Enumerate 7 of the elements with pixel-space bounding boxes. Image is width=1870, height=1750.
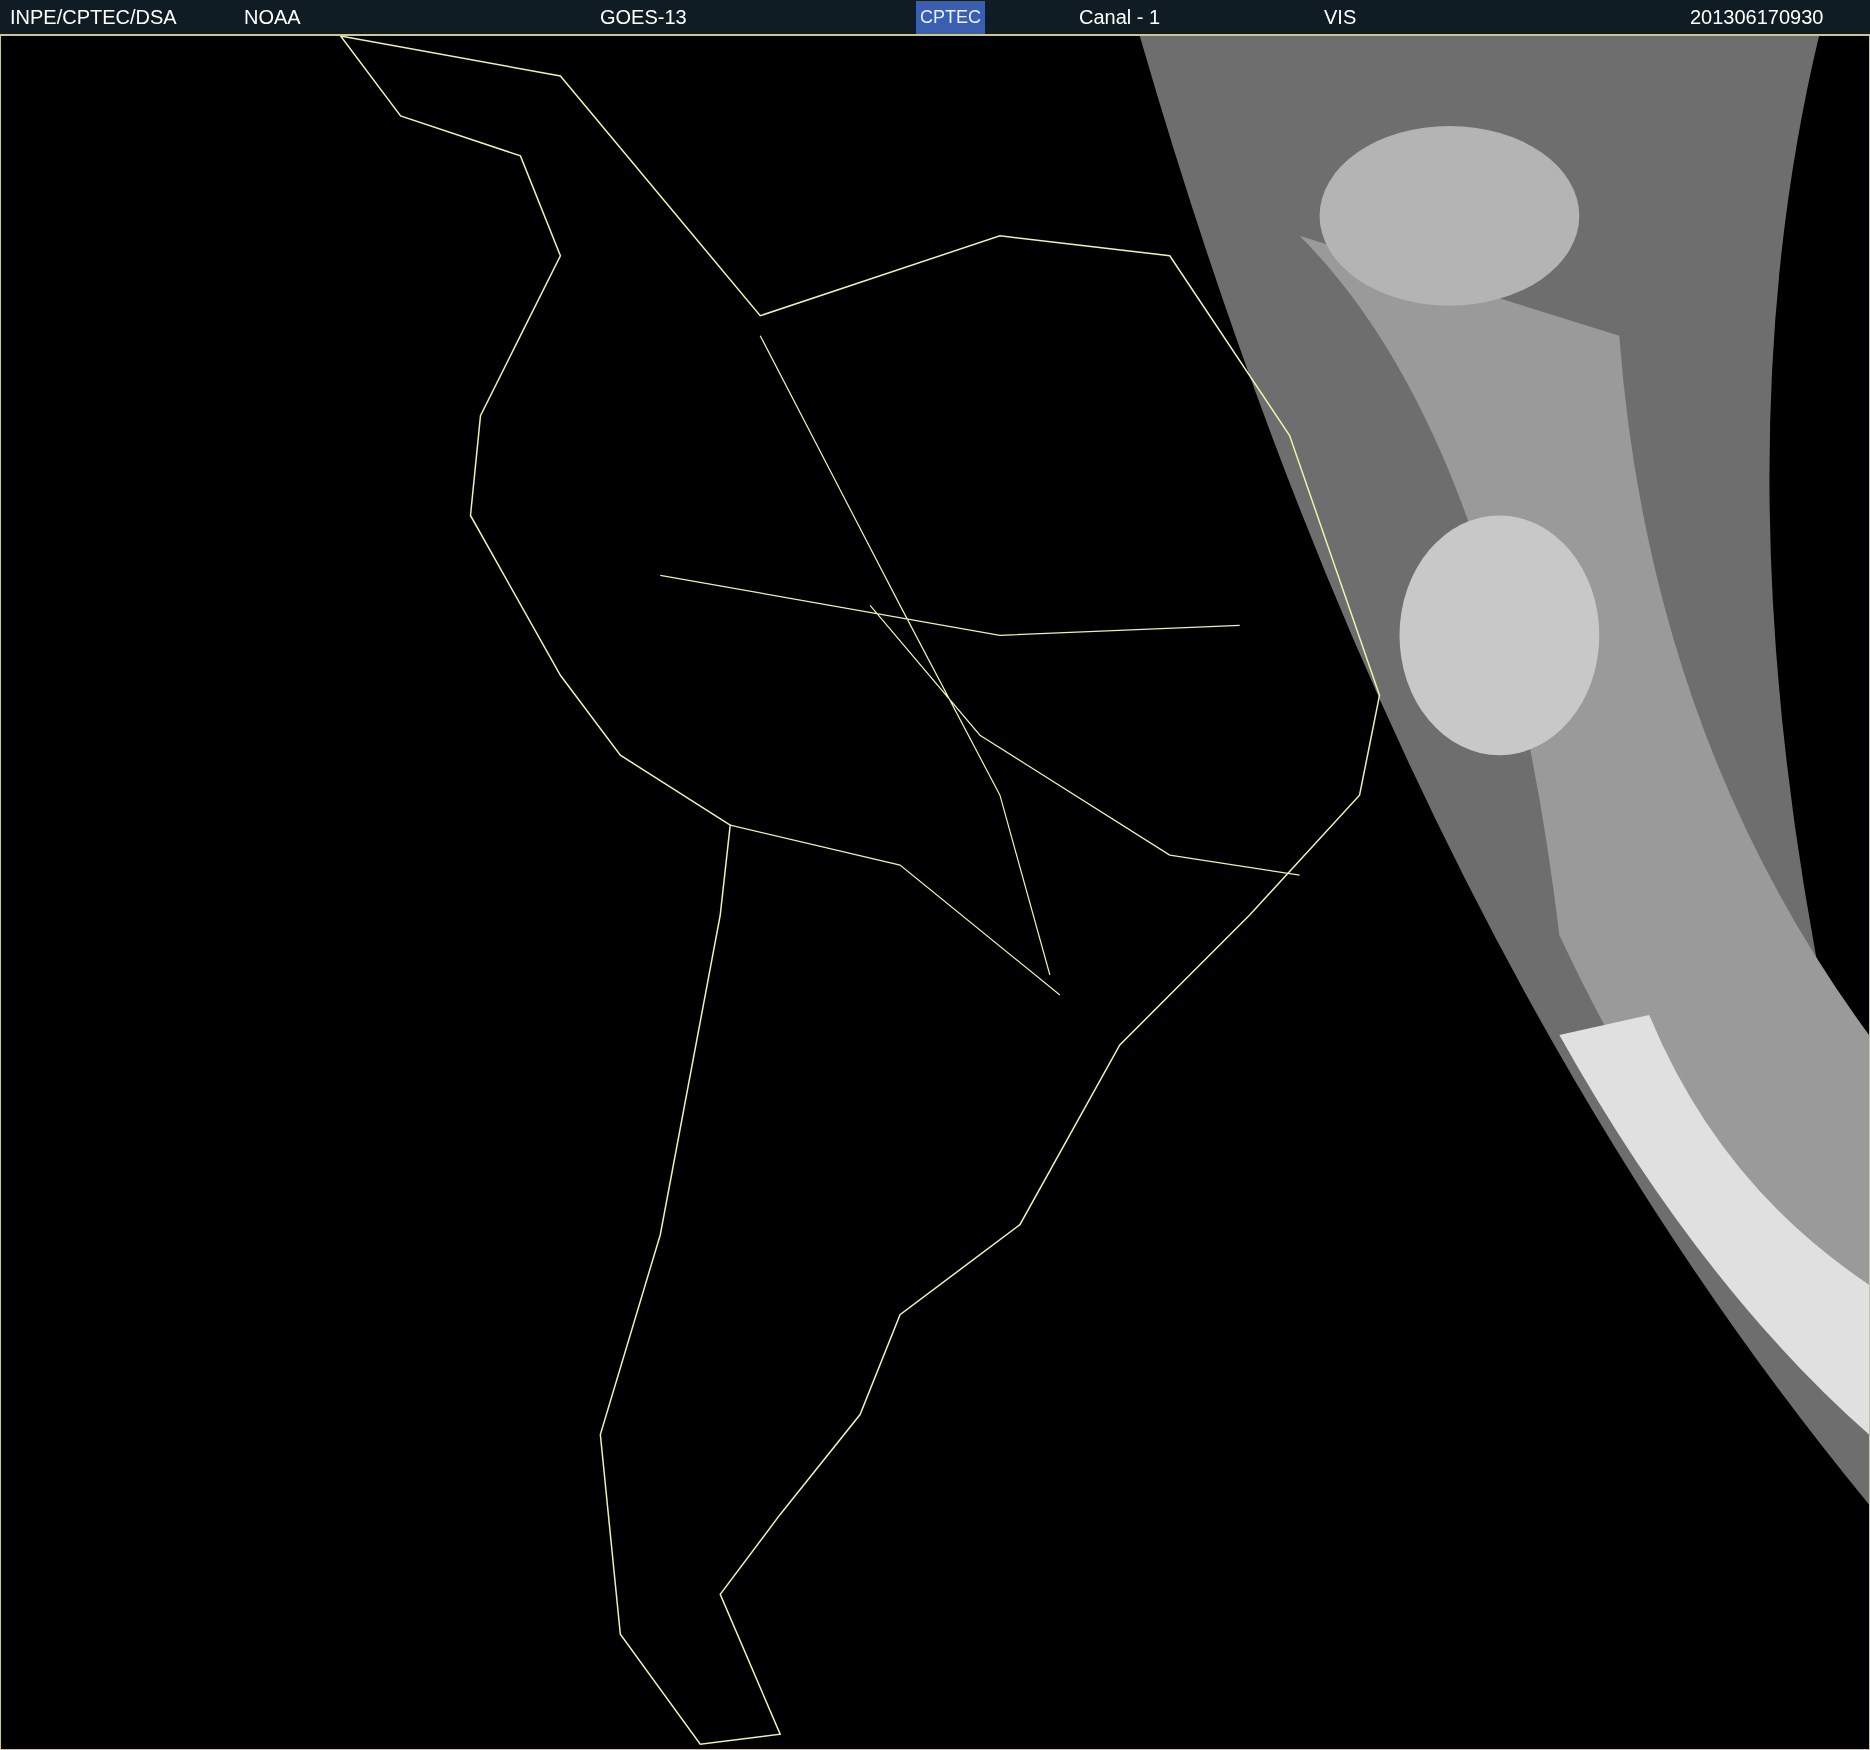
- logo: CPTEC: [916, 0, 985, 34]
- channel-label: Canal - 1: [1079, 5, 1162, 30]
- source-label: INPE/CPTEC/DSA: [10, 5, 178, 30]
- band-label: VIS: [1324, 5, 1358, 30]
- agency-label: NOAA: [244, 5, 302, 30]
- satellite-label: GOES-13: [600, 5, 688, 30]
- timestamp-label: 201306170930: [1690, 5, 1824, 30]
